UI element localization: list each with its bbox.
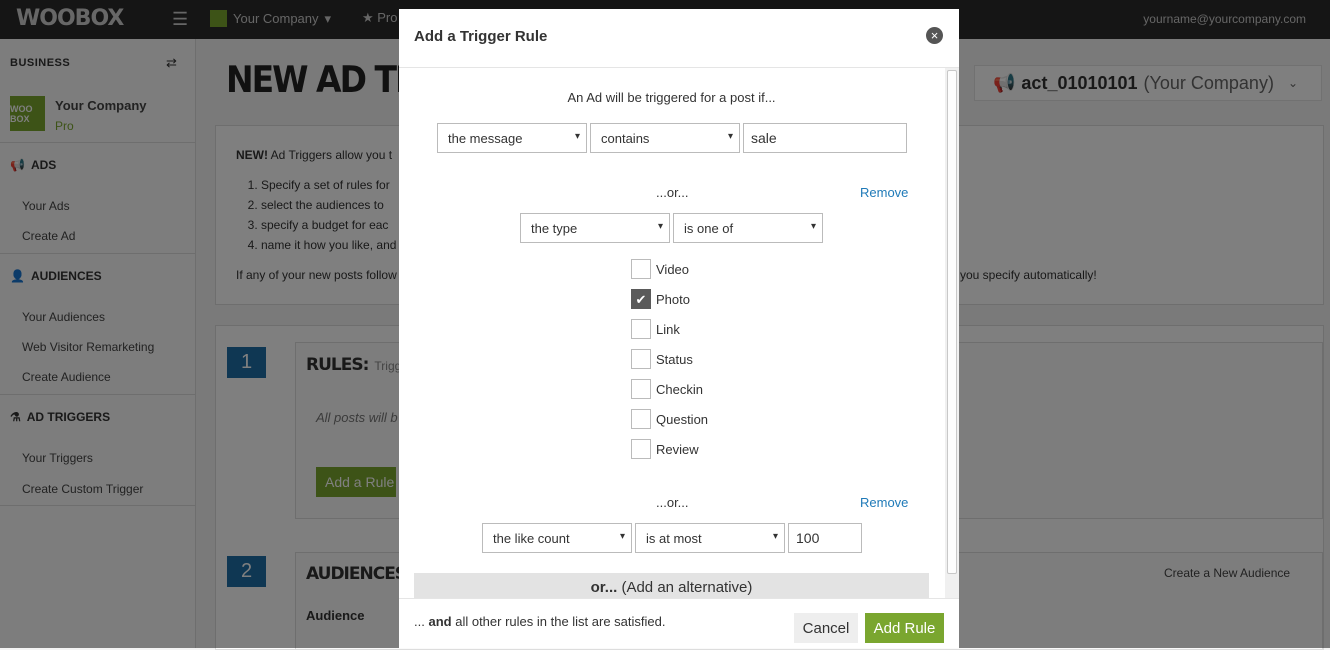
caret-down-icon: ▾ — [619, 531, 625, 542]
close-icon[interactable]: × — [926, 27, 943, 44]
condition-3-operator-select[interactable]: is at most ▾ — [635, 523, 785, 553]
checkbox[interactable] — [631, 439, 651, 459]
select-value: contains — [601, 131, 650, 146]
checkbox-label: Question — [656, 411, 709, 427]
modal-footer: ... and all other rules in the list are … — [399, 598, 959, 648]
condition-1-field-select[interactable]: the message ▾ — [437, 123, 587, 153]
condition-1-operator-select[interactable]: contains ▾ — [590, 123, 740, 153]
select-value: is one of — [684, 221, 734, 236]
modal-header: Add a Trigger Rule × — [399, 9, 959, 68]
select-value: the like count — [493, 531, 570, 546]
modal-body: An Ad will be triggered for a post if...… — [399, 68, 944, 598]
condition-2-operator-select[interactable]: is one of ▾ — [673, 213, 823, 243]
caret-down-icon: ▾ — [574, 131, 580, 142]
modal-title: Add a Trigger Rule — [414, 28, 548, 45]
checkbox-label: Photo — [656, 291, 690, 307]
condition-intro: An Ad will be triggered for a post if... — [567, 90, 776, 105]
remove-condition-link[interactable]: Remove — [860, 495, 908, 510]
type-option-status[interactable]: Status — [631, 349, 693, 369]
add-trigger-rule-modal: Add a Trigger Rule × An Ad will be trigg… — [399, 9, 959, 648]
footer-prefix: ... — [414, 614, 425, 629]
caret-down-icon: ▾ — [810, 221, 816, 232]
caret-down-icon: ▾ — [772, 531, 778, 542]
type-option-question[interactable]: Question — [631, 409, 708, 429]
type-option-checkin[interactable]: Checkin — [631, 379, 703, 399]
checkbox-checked[interactable]: ✔ — [631, 289, 651, 309]
checkbox-label: Link — [656, 321, 680, 337]
type-option-review[interactable]: Review — [631, 439, 699, 459]
condition-2-field-select[interactable]: the type ▾ — [520, 213, 670, 243]
footer-and: and — [428, 614, 452, 629]
footer-rest: all other rules in the list are satisfie… — [455, 614, 666, 629]
checkbox-label: Checkin — [656, 381, 703, 397]
alt-bold: or... — [590, 579, 618, 596]
checkbox[interactable] — [631, 379, 651, 399]
condition-3-field-select[interactable]: the like count ▾ — [482, 523, 632, 553]
caret-down-icon: ▾ — [657, 221, 663, 232]
add-alternative-button[interactable]: or... (Add an alternative) — [414, 573, 929, 598]
or-separator: ...or... — [656, 185, 689, 200]
condition-1-value-input[interactable]: sale — [743, 123, 907, 153]
modal-scrollbar[interactable] — [945, 68, 959, 598]
select-value: the message — [448, 131, 523, 146]
type-option-link[interactable]: Link — [631, 319, 680, 339]
checkbox[interactable] — [631, 409, 651, 429]
checkbox[interactable] — [631, 259, 651, 279]
checkbox[interactable] — [631, 319, 651, 339]
or-separator: ...or... — [656, 495, 689, 510]
remove-condition-link[interactable]: Remove — [860, 185, 908, 200]
select-value: is at most — [646, 531, 702, 546]
add-rule-submit-button[interactable]: Add Rule — [865, 613, 944, 643]
checkbox-label: Review — [656, 441, 699, 457]
type-option-photo[interactable]: ✔ Photo — [631, 289, 690, 309]
type-option-video[interactable]: Video — [631, 259, 689, 279]
checkbox-label: Video — [656, 261, 690, 277]
select-value: the type — [531, 221, 578, 236]
checkbox[interactable] — [631, 349, 651, 369]
scrollbar-thumb[interactable] — [947, 70, 957, 574]
cancel-button[interactable]: Cancel — [794, 613, 858, 643]
checkmark-icon: ✔ — [635, 292, 647, 307]
checkbox-label: Status — [656, 351, 693, 367]
condition-3-value-input[interactable]: 100 — [788, 523, 862, 553]
alt-label: (Add an alternative) — [621, 579, 753, 596]
caret-down-icon: ▾ — [727, 131, 733, 142]
footer-note: ... and all other rules in the list are … — [414, 614, 666, 629]
